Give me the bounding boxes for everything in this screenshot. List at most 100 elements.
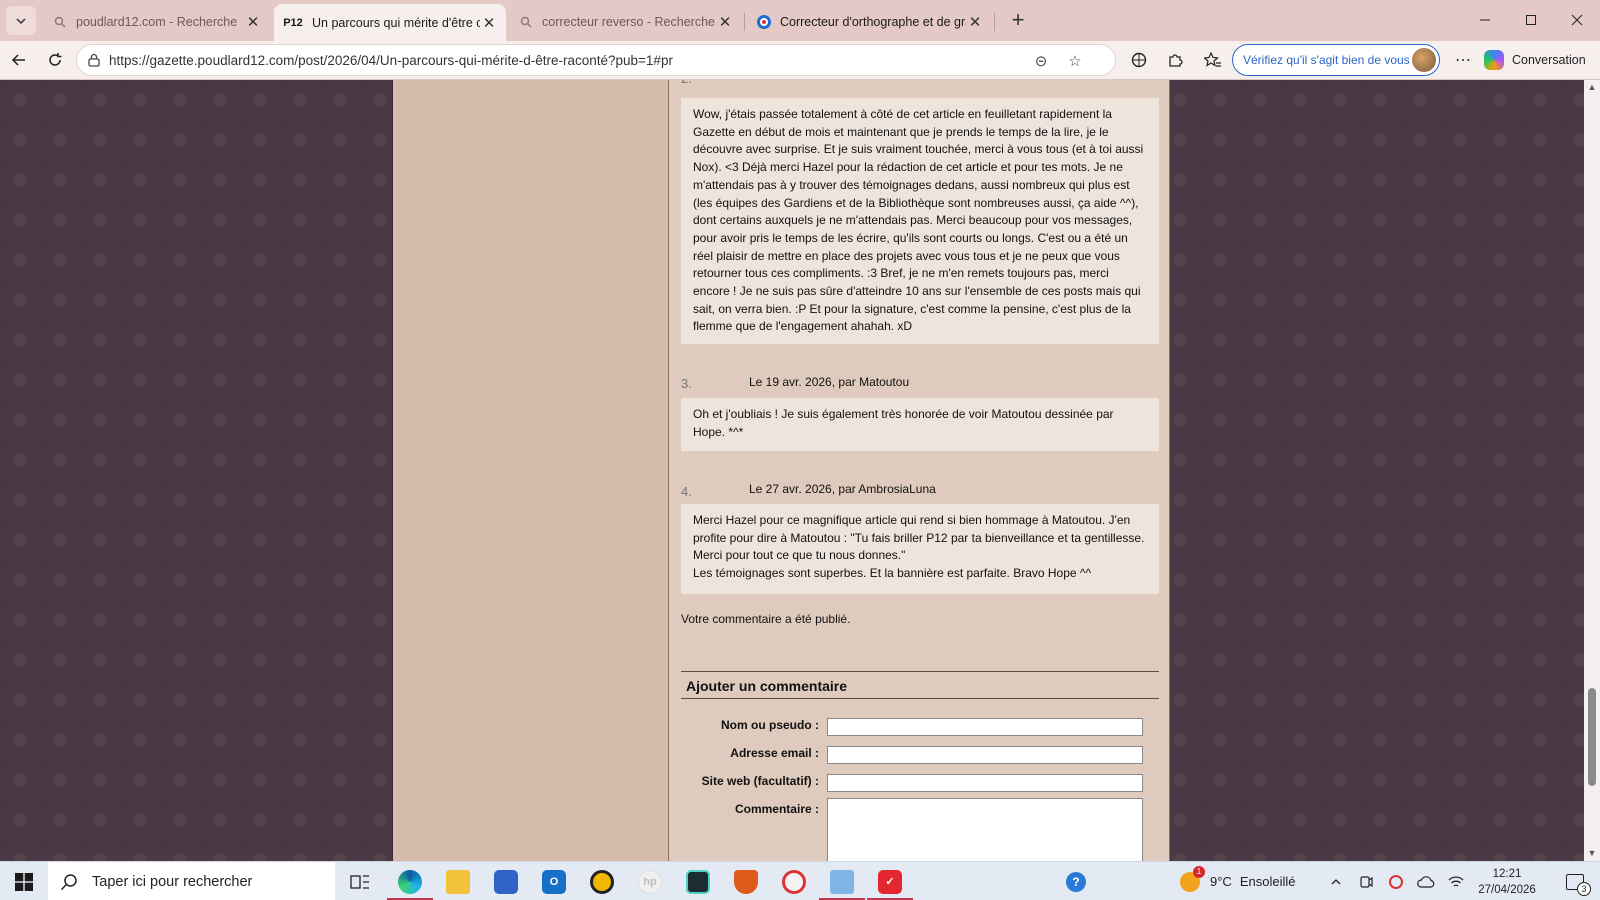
comment-textarea[interactable] xyxy=(827,798,1143,861)
onedrive-button[interactable] xyxy=(1414,862,1438,900)
search-icon xyxy=(52,14,68,30)
help-button[interactable]: ? xyxy=(1062,862,1090,900)
hidden-icons-button[interactable] xyxy=(1324,862,1348,900)
settings-menu-button[interactable]: ⋯ xyxy=(1448,45,1478,75)
comment-number: 3. xyxy=(681,376,692,391)
tab-poudlard-search[interactable]: poudlard12.com - Recherche ✕ xyxy=(44,5,270,39)
start-button[interactable] xyxy=(0,862,48,900)
published-notice: Votre commentaire a été publié. xyxy=(681,612,851,626)
new-tab-button[interactable]: + xyxy=(1004,6,1032,34)
cloud-icon xyxy=(1417,875,1435,888)
taskbar-store[interactable] xyxy=(483,862,529,900)
copilot-icon xyxy=(1484,50,1504,70)
website-input[interactable] xyxy=(827,774,1143,792)
copilot-conversation-button[interactable]: Conversation xyxy=(1484,46,1586,74)
tab-reverso[interactable]: Correcteur d'orthographe et de grammaire… xyxy=(748,5,992,39)
favorites-button[interactable] xyxy=(1198,45,1228,75)
taskbar-outlook[interactable]: O xyxy=(531,862,577,900)
close-window-button[interactable] xyxy=(1554,0,1600,40)
hp-icon: hp xyxy=(638,869,662,894)
browser-toolbar: https://gazette.poudlard12.com/post/2026… xyxy=(0,41,1600,80)
taskbar-hp-app[interactable] xyxy=(675,862,721,900)
weather-temp: 9°C xyxy=(1210,874,1232,889)
network-button[interactable] xyxy=(1444,862,1468,900)
windows-taskbar: Taper ici pour rechercher O hp ✓ ? 1 9°C… xyxy=(0,861,1600,900)
url-text[interactable]: https://gazette.poudlard12.com/post/2026… xyxy=(109,53,673,68)
meet-now-button[interactable] xyxy=(1354,862,1378,900)
tab-reverso-search[interactable]: correcteur reverso - Recherche ✕ xyxy=(510,5,742,39)
reading-mode-icon[interactable]: ⊝ xyxy=(1031,51,1051,71)
weather-badge: 1 xyxy=(1193,865,1205,878)
conversation-label: Conversation xyxy=(1512,53,1586,67)
tab-article[interactable]: P12 Un parcours qui mérite d'être célébr… xyxy=(274,4,506,41)
extensions-button[interactable] xyxy=(1160,45,1190,75)
close-tab-icon[interactable]: ✕ xyxy=(244,13,262,31)
help-icon: ? xyxy=(1066,871,1086,892)
favorites-icon xyxy=(1204,52,1221,67)
red-shield-icon: ✓ xyxy=(878,869,902,894)
wifi-icon xyxy=(1448,875,1464,887)
close-tab-icon[interactable]: ✕ xyxy=(480,14,498,32)
page-scrollbar[interactable]: ▲ ▼ xyxy=(1584,80,1600,861)
tab-title: Correcteur d'orthographe et de grammaire xyxy=(780,15,966,29)
browser-essentials-button[interactable] xyxy=(1124,45,1154,75)
taskbar-clock[interactable]: 12:21 27/04/2026 xyxy=(1472,866,1542,898)
tab-actions-menu[interactable] xyxy=(6,6,36,35)
minimize-icon xyxy=(1480,19,1490,21)
add-comment-heading: Ajouter un commentaire xyxy=(681,671,1159,699)
tray-app-button[interactable] xyxy=(1384,862,1408,900)
name-input[interactable] xyxy=(827,718,1143,736)
p12-favicon-icon: P12 xyxy=(283,16,303,29)
chevron-up-icon xyxy=(1331,878,1341,884)
clock-date: 27/04/2026 xyxy=(1478,884,1536,896)
taskbar-security[interactable] xyxy=(723,862,769,900)
verify-identity-button[interactable]: Vérifiez qu'il s'agit bien de vous xyxy=(1232,44,1440,76)
shield-icon xyxy=(734,869,758,894)
scrollbar-thumb[interactable] xyxy=(1588,688,1596,786)
comment-paragraph: Merci Hazel pour ce magnifique article q… xyxy=(693,513,1145,563)
comment-number: 4. xyxy=(681,484,692,499)
page-viewport: 2. Wow, j'étais passée totalement à côté… xyxy=(0,80,1584,861)
taskbar-app-red[interactable] xyxy=(771,862,817,900)
magnifier-icon xyxy=(830,869,854,894)
comment-meta: Le 19 avr. 2026, par Matoutou xyxy=(749,375,910,389)
scroll-up-icon[interactable]: ▲ xyxy=(1587,82,1597,92)
taskbar-antivirus[interactable]: ✓ xyxy=(867,862,913,900)
notification-count: 3 xyxy=(1577,881,1591,896)
close-tab-icon[interactable]: ✕ xyxy=(966,13,984,31)
task-view-button[interactable] xyxy=(337,862,383,900)
back-button[interactable] xyxy=(4,45,34,75)
taskbar-search-placeholder: Taper ici pour rechercher xyxy=(92,873,253,890)
taskbar-file-explorer[interactable] xyxy=(435,862,481,900)
email-input[interactable] xyxy=(827,746,1143,764)
tab-strip: poudlard12.com - Recherche ✕ P12 Un parc… xyxy=(0,0,1600,41)
maximize-icon xyxy=(1526,15,1536,25)
minimize-button[interactable] xyxy=(1462,0,1508,40)
favorite-star-icon[interactable]: ☆ xyxy=(1065,51,1085,71)
tab-title: correcteur reverso - Recherche xyxy=(542,15,715,29)
outlook-icon: O xyxy=(542,869,566,894)
taskbar-hp[interactable]: hp xyxy=(627,862,673,900)
email-label: Adresse email : xyxy=(730,746,819,760)
tab-separator xyxy=(744,13,745,31)
verify-identity-label: Vérifiez qu'il s'agit bien de vous xyxy=(1243,53,1410,67)
taskbar-norton[interactable] xyxy=(579,862,625,900)
chevron-down-icon xyxy=(16,17,26,24)
site-info-icon[interactable] xyxy=(87,53,101,67)
weather-widget[interactable]: 1 9°C Ensoleillé xyxy=(1180,862,1295,900)
taskbar-snipping[interactable] xyxy=(819,862,865,900)
close-icon xyxy=(1571,14,1583,26)
refresh-button[interactable] xyxy=(40,45,70,75)
scroll-down-icon[interactable]: ▼ xyxy=(1587,848,1597,858)
maximize-button[interactable] xyxy=(1508,0,1554,40)
comments-column: 2. Wow, j'étais passée totalement à côté… xyxy=(668,80,1170,861)
taskbar-edge[interactable] xyxy=(387,862,433,900)
address-bar[interactable]: https://gazette.poudlard12.com/post/2026… xyxy=(76,44,1116,76)
close-tab-icon[interactable]: ✕ xyxy=(716,13,734,31)
task-view-icon xyxy=(350,874,369,889)
comment-body: Oh et j'oubliais ! Je suis également trè… xyxy=(681,398,1159,451)
clock-time: 12:21 xyxy=(1492,868,1522,880)
notifications-button[interactable]: 3 xyxy=(1558,862,1592,900)
taskbar-search[interactable]: Taper ici pour rechercher xyxy=(48,862,335,900)
tab-title: Un parcours qui mérite d'être célébré xyxy=(312,15,480,30)
